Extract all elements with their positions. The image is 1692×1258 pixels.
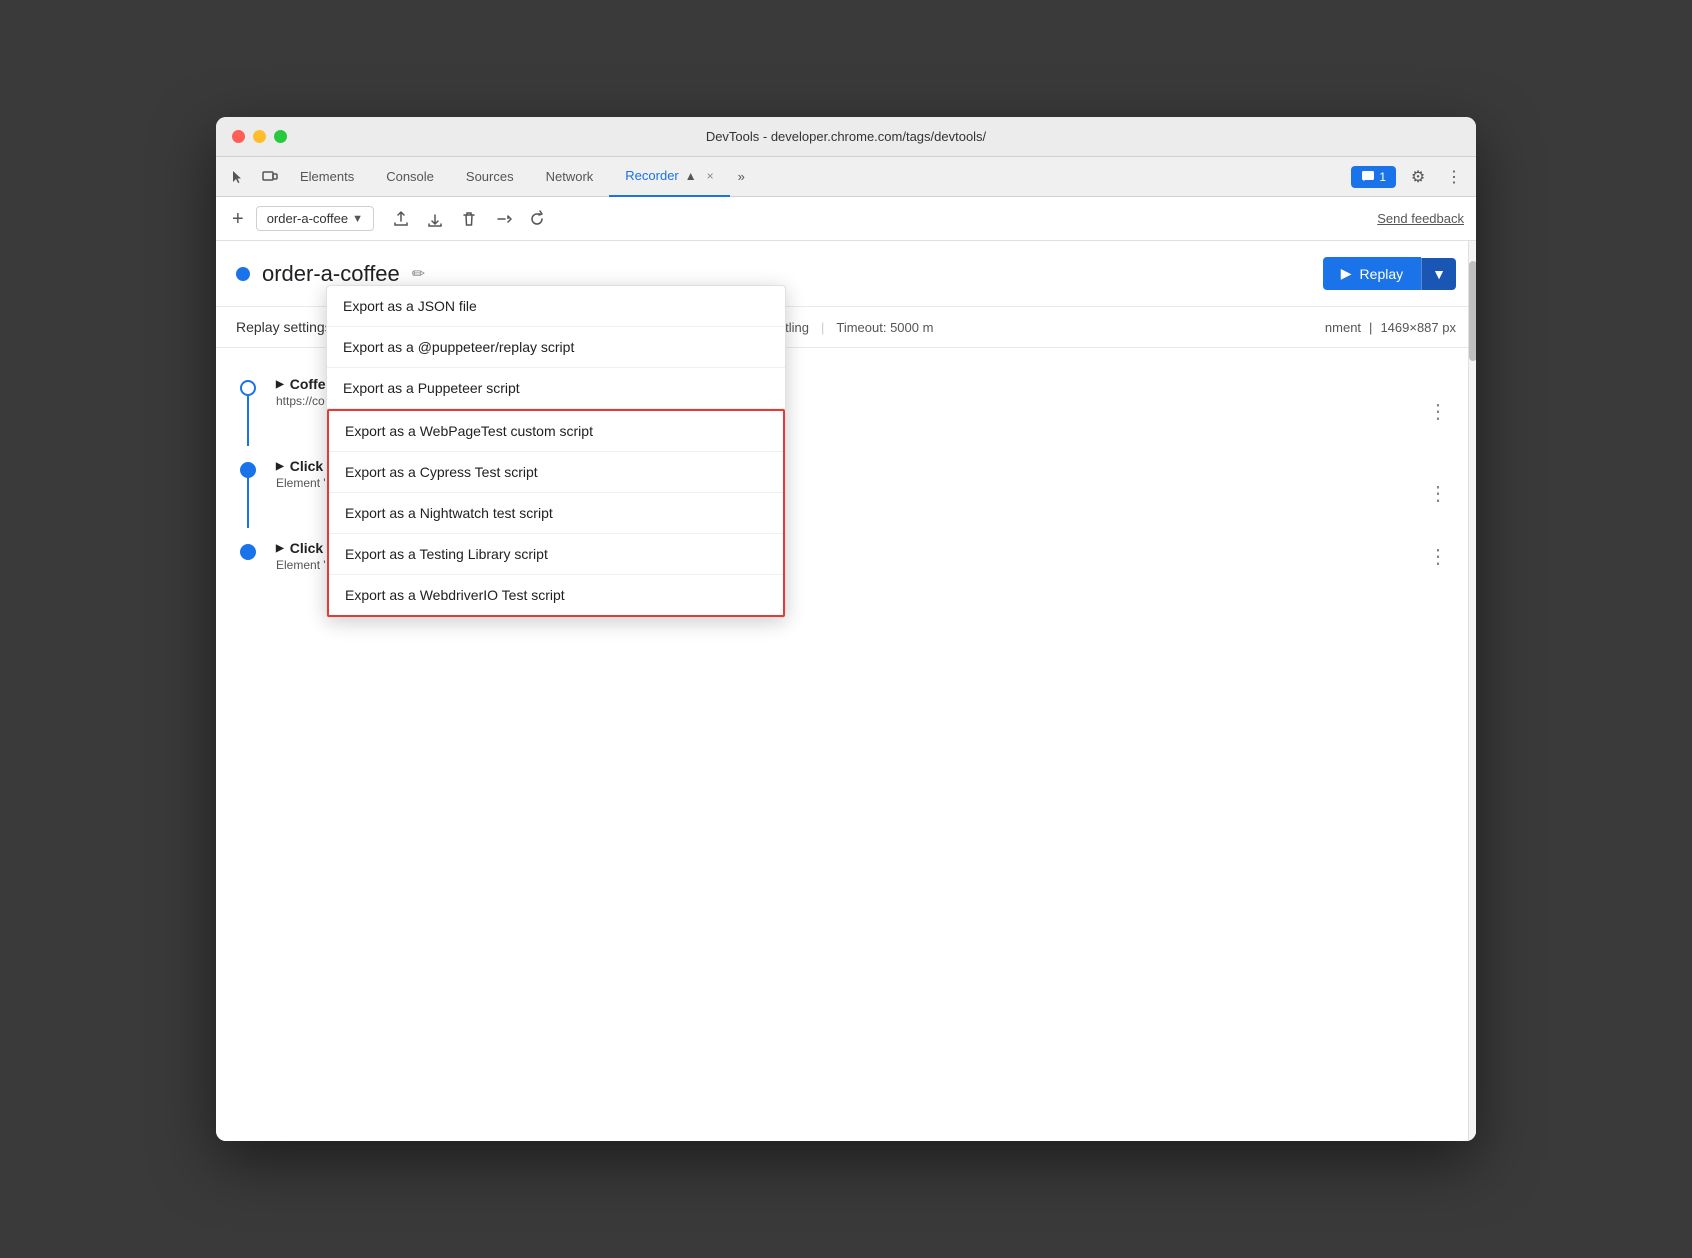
settings-button[interactable]: ⚙ xyxy=(1404,163,1432,191)
export-puppeteer-replay-item[interactable]: Export as a @puppeteer/replay script xyxy=(327,327,785,368)
export-puppeteer-item[interactable]: Export as a Puppeteer script xyxy=(327,368,785,409)
export-testing-library-item[interactable]: Export as a Testing Library script xyxy=(329,534,783,575)
step-circle-1 xyxy=(240,380,256,396)
tab-elements[interactable]: Elements xyxy=(284,157,370,197)
step-over-button[interactable] xyxy=(488,204,518,234)
step-line-2 xyxy=(247,478,249,528)
more-menu-button[interactable]: ⋮ xyxy=(1440,163,1468,191)
title-bar: DevTools - developer.chrome.com/tags/dev… xyxy=(216,117,1476,157)
main-content: order-a-coffee ✏ ▶ Replay ▼ Replay setti… xyxy=(216,241,1476,1141)
dots-vertical-icon: ⋮ xyxy=(1446,167,1462,187)
tab-close-button[interactable]: × xyxy=(707,169,714,183)
settings-divider: | xyxy=(821,320,824,335)
tab-bar: Elements Console Sources Network Recorde… xyxy=(216,157,1476,197)
step-actions-1: ⋮ xyxy=(1420,376,1456,446)
tab-network[interactable]: Network xyxy=(530,157,610,197)
gear-icon: ⚙ xyxy=(1411,167,1425,187)
step-icon xyxy=(494,210,512,228)
recording-status-dot xyxy=(236,267,250,281)
export-dropdown: Export as a JSON file Export as a @puppe… xyxy=(326,285,786,618)
step-arrow-3: ▶ xyxy=(276,543,284,554)
replay-button-group: ▶ Replay ▼ xyxy=(1323,257,1456,290)
window-title: DevTools - developer.chrome.com/tags/dev… xyxy=(706,129,986,144)
scrollbar-thumb[interactable] xyxy=(1469,261,1476,361)
export-webdriverio-item[interactable]: Export as a WebdriverIO Test script xyxy=(329,575,783,615)
step-more-button-1[interactable]: ⋮ xyxy=(1420,397,1456,426)
settings-right: nment | 1469×887 px xyxy=(1325,320,1456,335)
device-icon[interactable] xyxy=(256,163,284,191)
export-cypress-item[interactable]: Export as a Cypress Test script xyxy=(329,452,783,493)
download-icon xyxy=(426,210,444,228)
recording-title: order-a-coffee ✏ xyxy=(236,261,425,287)
tab-sources[interactable]: Sources xyxy=(450,157,530,197)
notification-button[interactable]: 1 xyxy=(1351,166,1396,188)
settings-divider2: | xyxy=(1369,320,1372,335)
step-actions-3: ⋮ xyxy=(1420,540,1456,572)
cursor-icon[interactable] xyxy=(224,163,252,191)
tab-items: Elements Console Sources Network Recorde… xyxy=(284,157,1351,197)
refresh-button[interactable] xyxy=(522,204,552,234)
step-circle-2 xyxy=(240,462,256,478)
recording-selector[interactable]: order-a-coffee ▼ xyxy=(256,206,374,231)
replay-button[interactable]: ▶ Replay xyxy=(1323,257,1421,290)
scrollbar-track[interactable] xyxy=(1468,241,1476,1141)
step-more-button-2[interactable]: ⋮ xyxy=(1420,479,1456,508)
send-feedback-link[interactable]: Send feedback xyxy=(1377,211,1464,226)
traffic-lights xyxy=(232,130,287,143)
upload-icon xyxy=(392,210,410,228)
replay-icon xyxy=(528,210,546,228)
recording-name-label: order-a-coffee xyxy=(262,261,400,287)
chat-icon xyxy=(1361,170,1375,184)
step-more-button-3[interactable]: ⋮ xyxy=(1420,542,1456,571)
step-circle-3 xyxy=(240,544,256,560)
close-button[interactable] xyxy=(232,130,245,143)
toolbar: + order-a-coffee ▼ xyxy=(216,197,1476,241)
tab-bar-right: 1 ⚙ ⋮ xyxy=(1351,163,1468,191)
play-icon: ▶ xyxy=(1341,265,1352,282)
step-arrow-2: ▶ xyxy=(276,461,284,472)
export-json-item[interactable]: Export as a JSON file xyxy=(327,286,785,327)
export-webpagetest-item[interactable]: Export as a WebPageTest custom script xyxy=(329,411,783,452)
replay-dropdown-button[interactable]: ▼ xyxy=(1421,258,1456,290)
chevron-down-icon: ▼ xyxy=(352,213,363,225)
edit-name-icon[interactable]: ✏ xyxy=(412,264,425,284)
tab-recorder[interactable]: Recorder ▲ × xyxy=(609,157,729,197)
tab-more-button[interactable]: » xyxy=(730,169,753,184)
step-arrow-1: ▶ xyxy=(276,379,284,390)
step-line-1 xyxy=(247,396,249,446)
recorder-icon: ▲ xyxy=(685,169,697,183)
add-recording-button[interactable]: + xyxy=(228,205,248,233)
tab-bar-left xyxy=(224,163,284,191)
step-actions-2: ⋮ xyxy=(1420,458,1456,528)
minimize-button[interactable] xyxy=(253,130,266,143)
tab-console[interactable]: Console xyxy=(370,157,450,197)
devtools-window: DevTools - developer.chrome.com/tags/dev… xyxy=(216,117,1476,1141)
export-nightwatch-item[interactable]: Export as a Nightwatch test script xyxy=(329,493,783,534)
maximize-button[interactable] xyxy=(274,130,287,143)
chevron-down-icon: ▼ xyxy=(1432,266,1446,282)
toolbar-icons xyxy=(386,204,552,234)
trash-icon xyxy=(460,210,478,228)
delete-button[interactable] xyxy=(454,204,484,234)
import-button[interactable] xyxy=(420,204,450,234)
tab-recorder-content: Recorder ▲ × xyxy=(625,168,713,183)
export-button[interactable] xyxy=(386,204,416,234)
highlighted-export-group: Export as a WebPageTest custom script Ex… xyxy=(327,409,785,617)
